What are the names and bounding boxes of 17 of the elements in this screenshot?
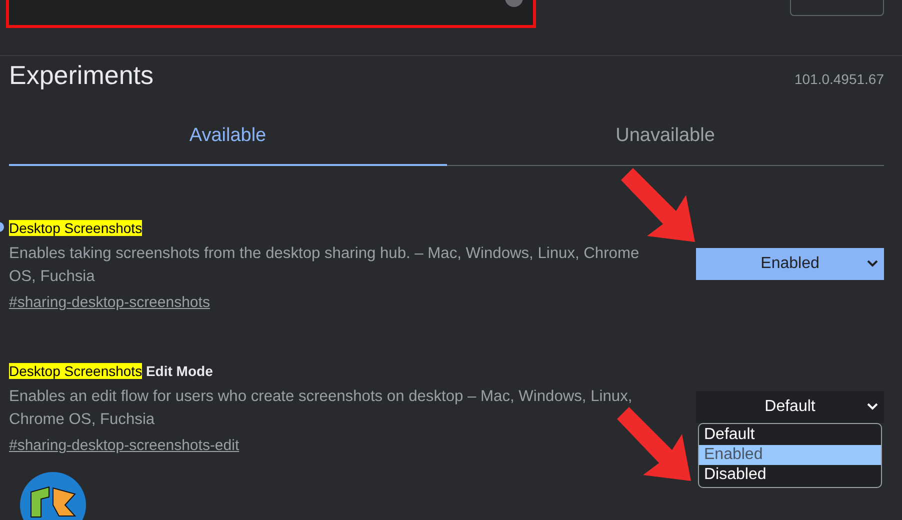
- experiment-link[interactable]: #sharing-desktop-screenshots-edit: [9, 437, 240, 454]
- caret-icon: [867, 403, 878, 411]
- caret-icon: [867, 260, 878, 268]
- dropdown-option[interactable]: Default: [699, 425, 881, 445]
- page-title: Experiments: [9, 60, 154, 91]
- dropdown-option[interactable]: Enabled: [699, 445, 881, 465]
- tab[interactable]: Available: [9, 125, 446, 166]
- state-dropdown[interactable]: Default: [696, 391, 884, 423]
- logo-icon: [19, 471, 87, 520]
- tab[interactable]: Unavailable: [446, 125, 884, 166]
- experiment-description: Enables an edit flow for users who create screenshots on desktop – Mac, Windows, Linux, Chrome OS, Fuchsia: [9, 387, 634, 430]
- dropdown-option[interactable]: Disabled: [699, 465, 881, 485]
- experiment-description: Enables taking screenshots from the desktop sharing hub. – Mac, Windows, Linux, Chrome OS, Fuchsia: [9, 244, 640, 287]
- version-label: 101.0.4951.67: [794, 71, 884, 87]
- state-dropdown[interactable]: Enabled: [696, 248, 884, 280]
- experiment-link[interactable]: #sharing-desktop-screenshots: [9, 294, 210, 311]
- experiment-name: Desktop Screenshots Edit Mode: [9, 363, 214, 379]
